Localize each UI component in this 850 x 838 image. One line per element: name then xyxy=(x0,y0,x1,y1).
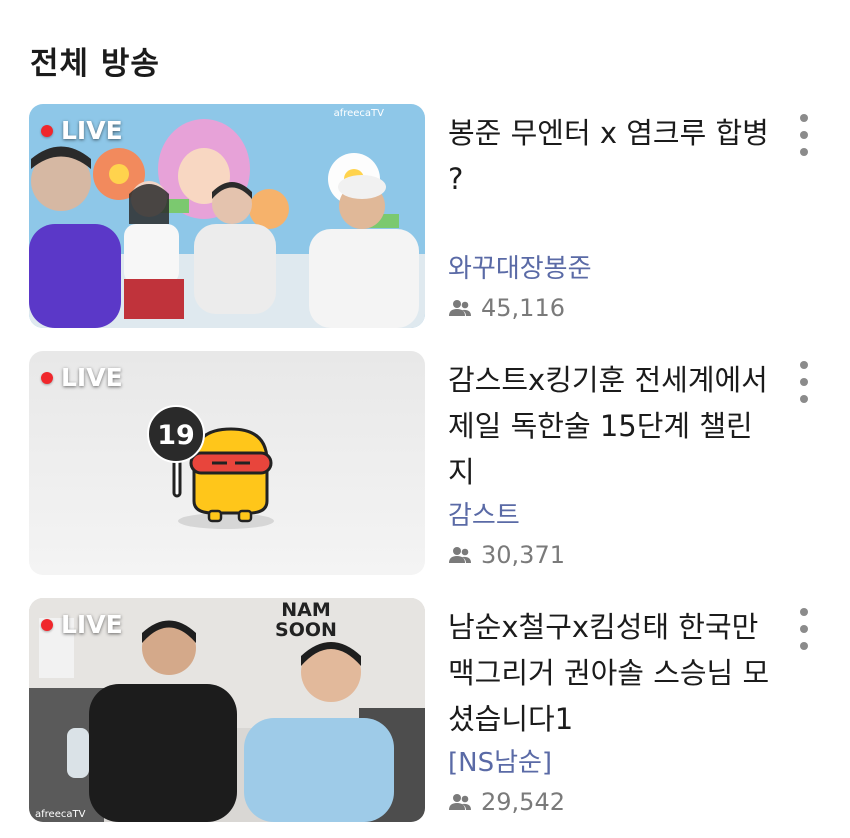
channel-name[interactable]: 와꾸대장봉준 xyxy=(448,248,592,285)
live-dot-icon xyxy=(41,371,53,384)
viewer-count-value: 45,116 xyxy=(481,294,565,322)
live-label: LIVE xyxy=(61,116,123,145)
viewer-count-value: 30,371 xyxy=(481,541,565,569)
users-icon xyxy=(449,547,471,563)
more-vertical-icon[interactable] xyxy=(792,361,816,403)
viewer-count: 30,371 xyxy=(448,541,565,569)
live-badge: LIVE xyxy=(41,610,123,639)
live-badge: LIVE xyxy=(41,116,123,145)
broadcast-thumbnail[interactable]: 19 LIVE xyxy=(29,351,425,575)
users-icon xyxy=(449,794,471,810)
viewer-count: 45,116 xyxy=(448,294,565,322)
afreecatv-watermark: afreecaTV xyxy=(334,108,385,119)
broadcast-card[interactable]: 19 LIVE 감스트x킹기훈 전세계에서 제일 독한술 15단계 챌린지 감스… xyxy=(0,351,850,577)
afreecatv-watermark: afreecaTV xyxy=(35,809,86,820)
sign-line-1: NAM xyxy=(281,599,331,621)
users-icon xyxy=(449,300,471,316)
live-dot-icon xyxy=(41,618,53,631)
live-label: LIVE xyxy=(61,610,123,639)
live-badge: LIVE xyxy=(41,363,123,392)
channel-name[interactable]: [NS남순] xyxy=(448,742,552,779)
broadcast-title[interactable]: 감스트x킹기훈 전세계에서 제일 독한술 15단계 챌린지 xyxy=(448,357,773,495)
broadcast-thumbnail[interactable]: afreecaTV LIVE xyxy=(29,104,425,328)
live-dot-icon xyxy=(41,124,53,137)
sign-line-2: SOON xyxy=(275,619,337,641)
viewer-count-value: 29,542 xyxy=(481,788,565,816)
broadcast-card[interactable]: afreecaTV LIVE 봉준 무엔터 x 염크루 합병 ? 와꾸대장봉준 … xyxy=(0,104,850,330)
age-rating-badge: 19 xyxy=(157,420,195,451)
broadcast-card[interactable]: NAM SOON afreecaTV LIVE 남순x철구x킴성태 한국만 맥그… xyxy=(0,598,850,824)
section-title: 전체 방송 xyxy=(30,46,160,82)
broadcast-title[interactable]: 봉준 무엔터 x 염크루 합병 ? xyxy=(448,110,773,202)
viewer-count: 29,542 xyxy=(448,788,565,816)
more-vertical-icon[interactable] xyxy=(792,114,816,156)
broadcast-title[interactable]: 남순x철구x킴성태 한국만 맥그리거 권아솔 스승님 모셨습니다1 xyxy=(448,604,773,742)
channel-name[interactable]: 감스트 xyxy=(448,495,520,532)
broadcast-thumbnail[interactable]: NAM SOON afreecaTV LIVE xyxy=(29,598,425,822)
more-vertical-icon[interactable] xyxy=(792,608,816,650)
live-label: LIVE xyxy=(61,363,123,392)
